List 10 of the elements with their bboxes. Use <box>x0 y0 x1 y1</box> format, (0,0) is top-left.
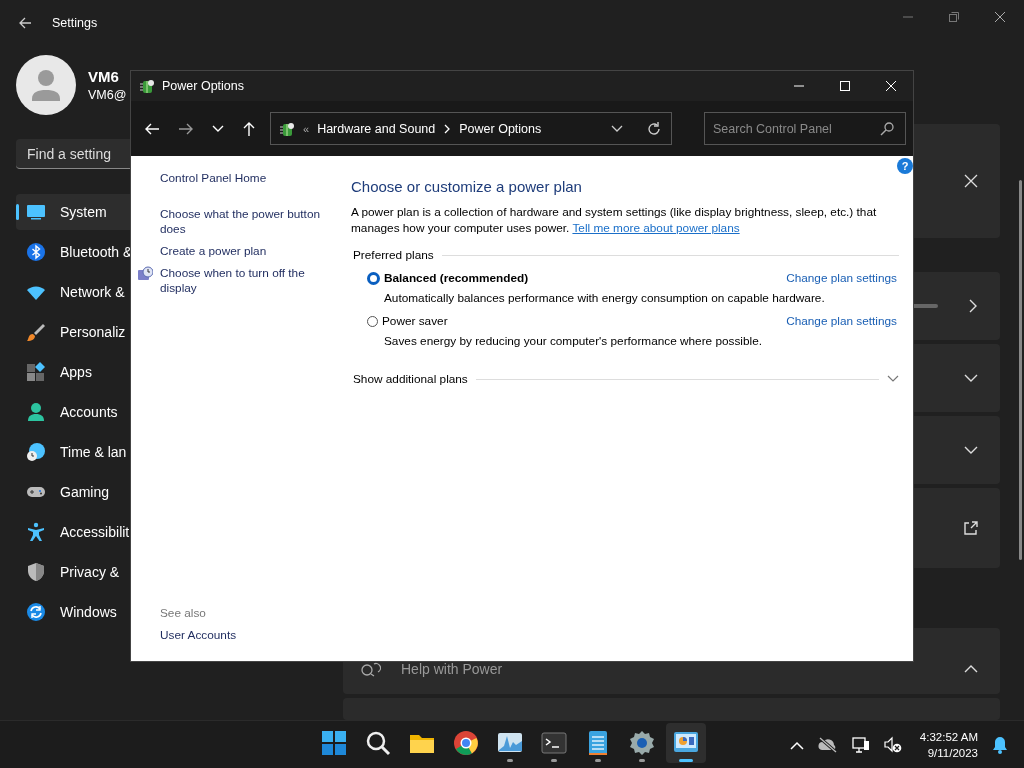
section-heading: See also <box>160 606 207 620</box>
plan-description: Saves energy by reducing your computer's performance where possible. <box>383 334 763 348</box>
group-label: Preferred plans <box>353 248 434 262</box>
page-heading: Choose or customize a power plan <box>351 178 583 195</box>
user-name: VM6 <box>88 68 120 85</box>
user-email: VM6@ <box>88 88 127 102</box>
window-title: Power Options <box>162 79 244 93</box>
plan-description: Automatically balances performance with energy consumption on capable hardware. <box>383 291 826 305</box>
window-title: Settings <box>52 16 98 30</box>
description-text: A power plan is a collection of hardware and system settings (like display brightness, sleep, etc.) that manages how your computer uses power. Tell me more about power plans <box>351 204 878 236</box>
